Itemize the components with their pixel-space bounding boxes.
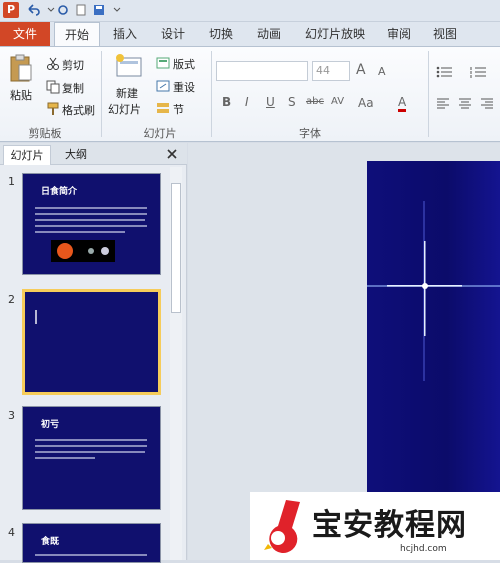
ribbon-divider [428,51,429,137]
bullets-icon[interactable] [436,65,454,79]
shadow-button[interactable]: S [288,95,296,109]
redo-icon[interactable] [56,3,70,17]
star-sparkle [35,310,37,324]
slide-text-line [35,439,147,441]
scissors-icon [47,57,59,70]
slide-thumbnail-3[interactable]: 初亏 [22,406,161,510]
tab-insert[interactable]: 插入 [104,22,146,46]
slide-text-line [35,445,147,447]
watermark-url: hcjhd.com [400,544,447,554]
slide-text-line [35,213,147,215]
ribbon-divider [211,51,212,137]
quick-access-toolbar: P [0,0,500,22]
font-size-combo[interactable]: 44 [312,61,350,81]
slide-text-line [35,554,147,556]
panel-tabs: 幻灯片 大纲 [0,143,187,165]
new-slide-button[interactable]: 幻灯片 [108,101,141,117]
new-slide-label[interactable]: 新建 [116,85,138,101]
slide-text-line [35,451,145,453]
tab-transitions[interactable]: 切换 [200,22,242,46]
customize-toolbar-icon[interactable] [110,3,124,17]
clipboard-group-label: 剪贴板 [28,127,62,140]
slide-thumbnail-4[interactable]: 食既 [22,523,161,563]
section-icon [157,103,169,113]
italic-button[interactable]: I [245,95,249,109]
ribbon-divider [101,51,102,137]
bold-button[interactable]: B [222,95,231,109]
slide-title: 食既 [41,537,60,547]
slides-panel: 幻灯片 大纲 1 日食简介 2 3 初亏 4 食既 [0,143,187,563]
tab-outline[interactable]: 大纲 [56,145,96,165]
align-center-icon[interactable] [458,97,472,109]
change-case-button[interactable]: Aa [358,96,374,110]
save-icon[interactable] [92,3,106,17]
format-painter-icon [47,102,59,115]
tab-animations[interactable]: 动画 [248,22,290,46]
ribbon-tabs: 文件 开始 插入 设计 切换 动画 幻灯片放映 审阅 视图 [0,22,500,47]
slide-number: 3 [8,409,15,422]
font-color-button[interactable]: A [398,95,407,112]
shrink-font-button[interactable]: A [378,65,386,78]
cut-button[interactable]: 剪切 [62,57,84,73]
numbering-icon[interactable] [470,65,488,79]
font-name-combo[interactable] [216,61,308,81]
paste-button[interactable]: 粘贴 [10,87,32,103]
reset-icon [156,80,170,92]
powerpoint-logo-icon: P [3,2,19,18]
align-left-icon[interactable] [436,97,450,109]
slide-number: 1 [8,175,15,188]
tab-file[interactable]: 文件 [0,22,50,46]
slide-title: 初亏 [41,420,60,430]
site-logo-icon [264,500,300,553]
new-slide-icon[interactable] [114,53,144,81]
slide-number: 4 [8,526,15,539]
tab-slideshow[interactable]: 幻灯片放映 [300,22,370,46]
layout-button[interactable]: 版式 [173,56,195,72]
slide-text-line [35,207,147,209]
font-group-label: 字体 [299,127,321,140]
layout-icon [156,57,170,69]
slide-title: 日食简介 [41,187,78,197]
close-icon[interactable] [166,148,178,160]
new-file-icon[interactable] [74,3,88,17]
reset-button[interactable]: 重设 [173,79,195,95]
undo-icon[interactable] [26,3,40,17]
site-watermark: 宝安教程网 hcjhd.com [250,492,500,560]
slide-number: 2 [8,293,15,306]
tab-home[interactable]: 开始 [54,22,100,47]
tab-review[interactable]: 审阅 [378,22,420,46]
character-spacing-button[interactable]: AV [331,96,344,107]
strikethrough-button[interactable]: abc [306,96,324,107]
slides-group-label: 幻灯片 [143,127,177,140]
grow-font-button[interactable]: A [356,62,366,78]
section-button[interactable]: 节 [173,101,184,117]
copy-button[interactable]: 复制 [62,80,84,96]
slide-thumbnail-1[interactable]: 日食简介 [22,173,161,275]
tab-view[interactable]: 视图 [424,22,466,46]
slide-text-line [35,457,95,459]
ribbon: 粘贴 剪切 复制 格式刷 剪贴板 新建 幻灯片 版式 重设 节 幻灯片 44 A… [0,46,500,142]
align-right-icon[interactable] [480,97,494,109]
tab-design[interactable]: 设计 [152,22,194,46]
slide-text-line [35,231,125,233]
paste-icon[interactable] [8,53,34,83]
slide-thumbnail-2[interactable] [22,289,161,395]
tab-slides[interactable]: 幻灯片 [3,145,51,165]
slide-text-line [35,225,147,227]
copy-icon [46,80,60,94]
panel-scrollbar[interactable] [170,167,182,560]
format-painter-button[interactable]: 格式刷 [62,102,95,118]
slide-text-line [35,219,145,221]
scrollbar-thumb[interactable] [171,183,181,313]
underline-button[interactable]: U [266,95,275,109]
eclipse-image-icon [51,240,115,262]
watermark-title: 宝安教程网 [312,508,467,543]
